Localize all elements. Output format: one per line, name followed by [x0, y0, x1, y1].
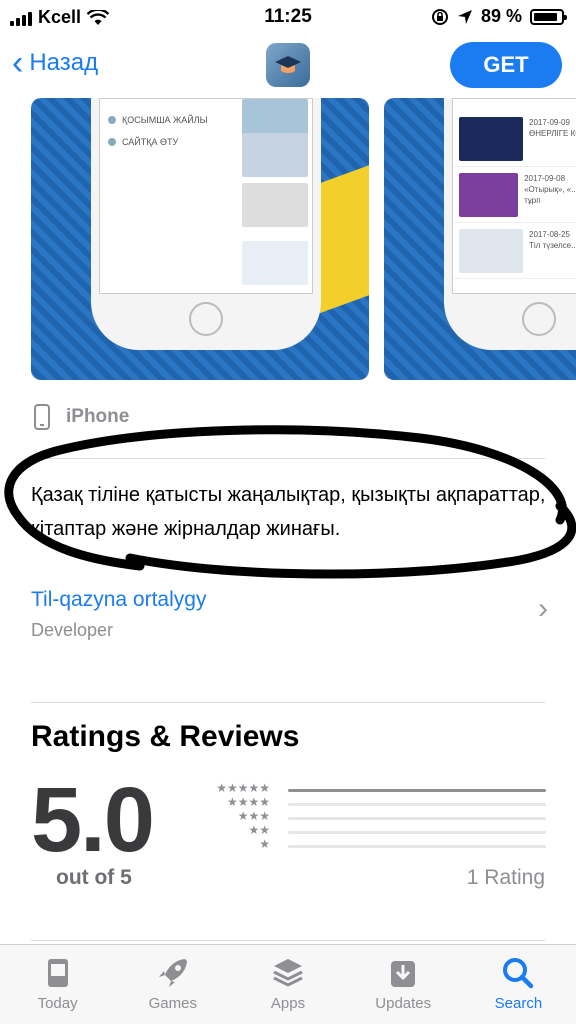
- ratings-title: Ratings & Reviews: [31, 720, 300, 753]
- star-rating-icon: ★★: [248, 823, 270, 837]
- status-bar: Kcell 11:25 89 %: [0, 0, 576, 34]
- news-item: 2017-09-09ӨНЕРЛІГЕ КӨ: [453, 111, 576, 167]
- rating-bar: [288, 831, 546, 834]
- star-rating-icon: ★★★★: [226, 795, 270, 809]
- news-item: 2017-09-08«Отырық», «... құлаққа тұрп: [453, 167, 576, 223]
- rating-bar: [288, 803, 546, 806]
- tab-updates[interactable]: Updates: [346, 945, 461, 1024]
- news-item: 2017-08-25 Тіл түзелсе...: [453, 223, 576, 279]
- phone-mockup: 2017-09-09ӨНЕРЛІГЕ КӨ 2017-09-08«Отырық»…: [444, 98, 576, 350]
- status-right: 89 %: [431, 6, 567, 27]
- app-description: Қазақ тіліне қатысты жаңалықтар, қызықты…: [31, 484, 546, 540]
- today-icon: [47, 959, 68, 987]
- chevron-right-icon[interactable]: ›: [538, 592, 548, 626]
- chevron-left-icon: ‹: [12, 44, 24, 82]
- average-rating: 5.0: [31, 769, 155, 871]
- developer-link[interactable]: Til-qazyna ortalygy: [31, 588, 206, 612]
- screenshot-2[interactable]: 2017-09-09ӨНЕРЛІГЕ КӨ 2017-09-08«Отырық»…: [384, 98, 576, 380]
- phone-mockup: ҚОСЫМША ЖАЙЛЫ САЙТҚА ӨТУ: [91, 98, 321, 350]
- rating-bar: [288, 817, 546, 820]
- search-icon: [503, 958, 534, 989]
- out-of-label: out of 5: [56, 866, 132, 889]
- rotation-lock-icon: [431, 8, 448, 25]
- download-icon: [391, 961, 416, 987]
- divider: [31, 940, 545, 941]
- phone-screen: ҚОСЫМША ЖАЙЛЫ САЙТҚА ӨТУ: [99, 98, 313, 294]
- screenshot-carousel[interactable]: ҚОСЫМША ЖАЙЛЫ САЙТҚА ӨТУ 2017-09-09 ӨНЕРЛ…: [31, 98, 576, 380]
- tab-today[interactable]: Today: [0, 945, 115, 1024]
- rating-distribution: ★★★★★ ★★★★ ★★★ ★★ ★: [200, 781, 546, 854]
- divider: [31, 702, 545, 703]
- star-rating-icon: ★: [259, 837, 270, 851]
- tab-search[interactable]: Search: [461, 945, 576, 1024]
- home-button-graphic: [522, 302, 556, 336]
- thumbnail: [242, 133, 308, 177]
- rating-row: ★: [200, 837, 546, 853]
- phone-screen: 2017-09-09ӨНЕРЛІГЕ КӨ 2017-09-08«Отырық»…: [452, 98, 576, 294]
- rating-count: 1 Rating: [466, 866, 545, 889]
- battery-icon: [530, 8, 567, 25]
- tab-bar: Today Games Apps Updates Search: [0, 944, 576, 1024]
- divider: [31, 458, 545, 459]
- thumbnail: [242, 241, 308, 285]
- location-icon: [457, 9, 472, 24]
- graduation-cap-icon: [275, 56, 301, 73]
- rating-bar-fill: [288, 789, 546, 792]
- back-label: Назад: [29, 49, 99, 76]
- nav-bar: ‹ Назад GET: [0, 34, 576, 98]
- home-button-graphic: [189, 302, 223, 336]
- rating-row: ★★: [200, 823, 546, 839]
- star-rating-icon: ★★★: [237, 809, 270, 823]
- rocket-icon: [158, 959, 187, 987]
- rating-bar: [288, 845, 546, 848]
- battery-percent: 89 %: [480, 6, 522, 26]
- thumbnail: [242, 183, 308, 227]
- rating-bar: [288, 789, 546, 792]
- device-label: iPhone: [66, 406, 130, 427]
- screenshot-1[interactable]: ҚОСЫМША ЖАЙЛЫ САЙТҚА ӨТУ: [31, 98, 369, 380]
- developer-label: Developer: [31, 620, 114, 640]
- device-compatibility: iPhone: [34, 404, 129, 430]
- stack-icon: [273, 959, 303, 987]
- tab-apps[interactable]: Apps: [230, 945, 345, 1024]
- battery-fill: [534, 12, 558, 21]
- get-button[interactable]: GET: [450, 42, 562, 88]
- tab-games[interactable]: Games: [115, 945, 230, 1024]
- app-icon: [266, 43, 310, 87]
- back-button[interactable]: ‹ Назад: [12, 44, 99, 82]
- iphone-icon: [34, 404, 50, 430]
- star-rating-icon: ★★★★★: [216, 781, 270, 795]
